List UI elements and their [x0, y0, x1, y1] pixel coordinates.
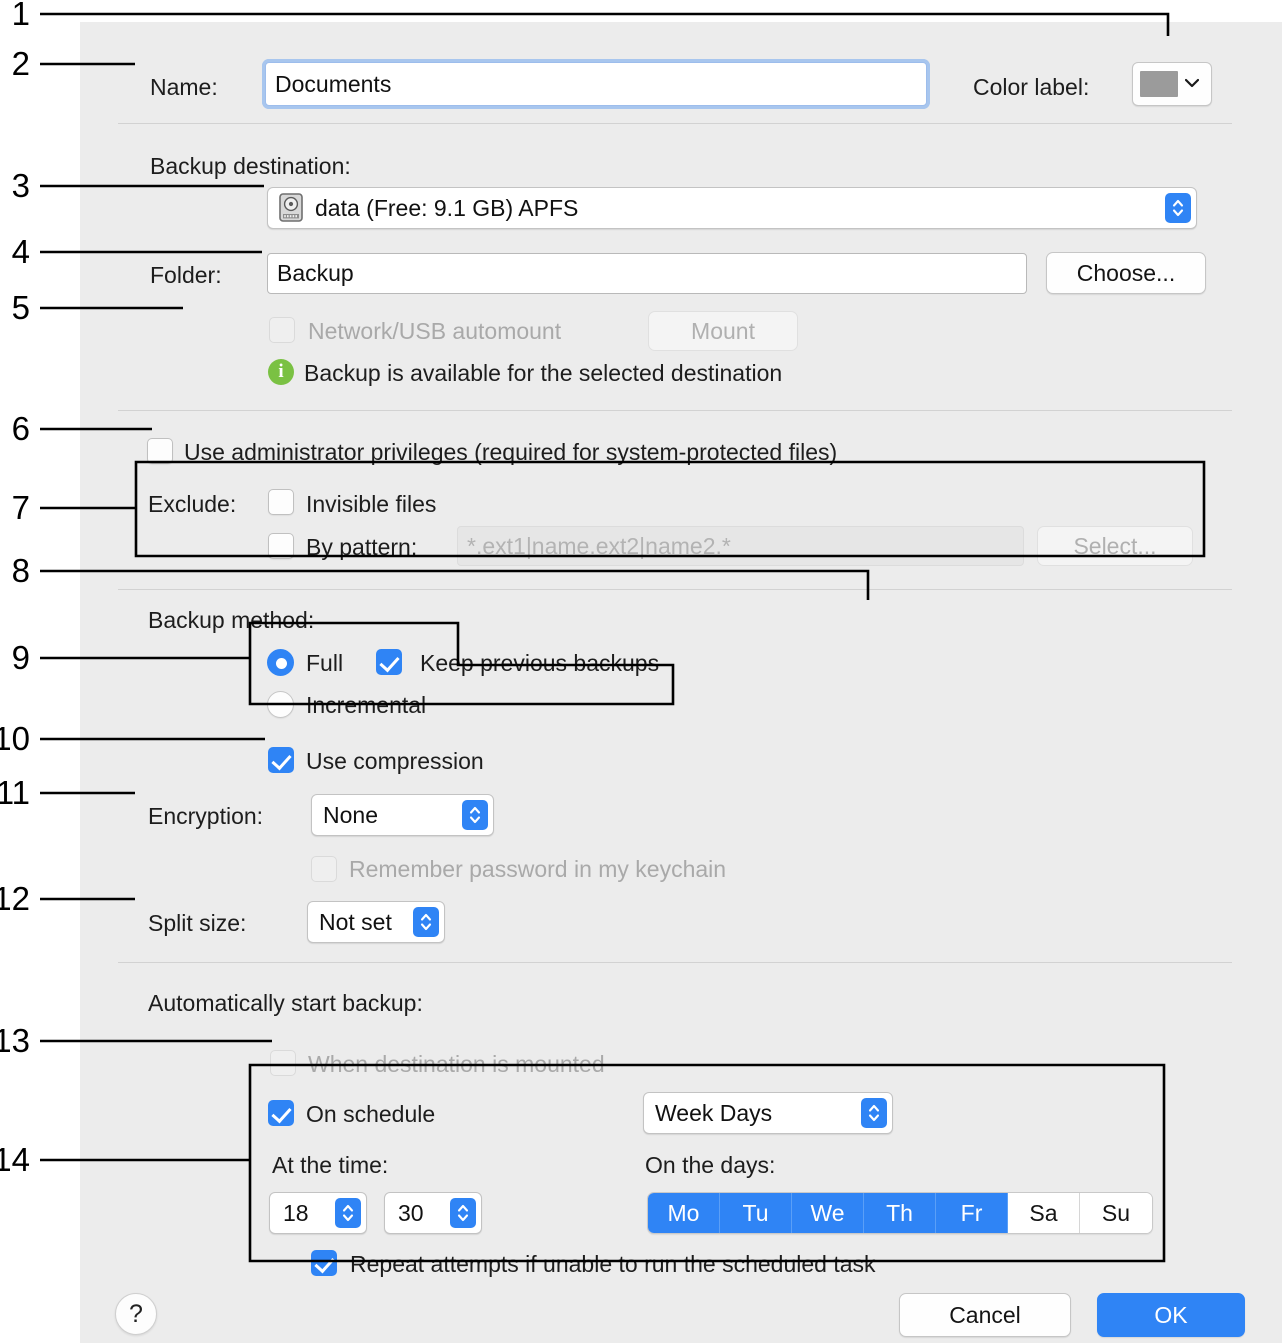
repeat-attempts-label: Repeat attempts if unable to run the sch… — [350, 1251, 876, 1277]
exclude-invisible-checkbox[interactable] — [268, 489, 294, 515]
callout-number-14: 14 — [0, 1141, 30, 1178]
hour-stepper-icon — [335, 1198, 361, 1228]
callout-number-10: 10 — [0, 720, 30, 757]
at-the-time-label: At the time: — [272, 1152, 389, 1178]
use-compression-checkbox[interactable] — [268, 747, 294, 773]
destination-select[interactable]: data (Free: 9.1 GB) APFS — [267, 187, 1197, 229]
on-schedule-checkbox[interactable] — [268, 1100, 294, 1126]
when-mounted-checkbox[interactable] — [270, 1050, 296, 1076]
destination-value: data (Free: 9.1 GB) APFS — [315, 194, 579, 221]
callout-number-11: 11 — [0, 774, 30, 811]
split-size-label: Split size: — [148, 910, 247, 936]
exclude-pattern-label: By pattern: — [306, 534, 418, 560]
on-schedule-label: On schedule — [306, 1101, 436, 1127]
exclude-invisible-label: Invisible files — [306, 491, 437, 517]
cancel-button[interactable]: Cancel — [899, 1293, 1071, 1337]
info-icon: i — [268, 359, 294, 385]
divider-3 — [118, 589, 1232, 590]
weekday-tu[interactable]: Tu — [720, 1193, 792, 1233]
use-compression-label: Use compression — [306, 748, 484, 774]
backup-destination-label: Backup destination: — [150, 153, 351, 179]
drive-icon — [279, 193, 305, 223]
schedule-minute-value: 30 — [398, 1199, 424, 1226]
callout-number-1: 1 — [12, 0, 30, 32]
name-input-value: Documents — [275, 70, 392, 97]
folder-input-value: Backup — [277, 260, 354, 286]
weekday-mo[interactable]: Mo — [648, 1193, 720, 1233]
choose-folder-button[interactable]: Choose... — [1046, 252, 1206, 294]
remember-password-checkbox[interactable] — [311, 856, 337, 882]
schedule-frequency-select[interactable]: Week Days — [643, 1092, 893, 1134]
callout-number-5: 5 — [12, 289, 30, 326]
split-size-stepper-icon — [413, 907, 439, 937]
exclude-pattern-checkbox[interactable] — [268, 533, 294, 559]
callout-number-2: 2 — [12, 45, 30, 82]
admin-privileges-label: Use administrator privileges (required f… — [184, 439, 838, 465]
weekday-fr[interactable]: Fr — [936, 1193, 1008, 1233]
repeat-attempts-checkbox[interactable] — [311, 1250, 337, 1276]
callout-number-4: 4 — [12, 233, 30, 270]
schedule-frequency-value: Week Days — [655, 1099, 773, 1126]
destination-status-text: Backup is available for the selected des… — [304, 360, 783, 386]
method-incremental-radio[interactable] — [267, 691, 294, 718]
divider-4 — [118, 962, 1232, 963]
schedule-hour-stepper[interactable]: 18 — [269, 1192, 367, 1234]
method-full-radio[interactable] — [267, 649, 294, 676]
name-input[interactable]: Documents — [262, 59, 930, 109]
callout-number-9: 9 — [12, 639, 30, 676]
folder-label: Folder: — [150, 262, 222, 288]
weekday-selector[interactable]: Mo Tu We Th Fr Sa Su — [647, 1192, 1153, 1234]
when-mounted-label: When destination is mounted — [308, 1051, 605, 1077]
exclude-select-button[interactable]: Select... — [1037, 526, 1193, 566]
encryption-label: Encryption: — [148, 803, 264, 829]
method-incremental-label: Incremental — [306, 692, 427, 718]
callout-number-6: 6 — [12, 410, 30, 447]
callout-number-12: 12 — [0, 880, 30, 917]
callout-number-13: 13 — [0, 1022, 30, 1059]
backup-task-dialog: Name: Documents Color label: Backup dest… — [80, 22, 1282, 1343]
remember-password-label: Remember password in my keychain — [349, 856, 727, 882]
schedule-hour-value: 18 — [283, 1199, 309, 1226]
encryption-value: None — [323, 801, 378, 828]
weekday-we[interactable]: We — [792, 1193, 864, 1233]
color-label-label: Color label: — [973, 74, 1090, 100]
keep-previous-backups-checkbox[interactable] — [376, 649, 402, 675]
minute-stepper-icon — [450, 1198, 476, 1228]
callout-number-3: 3 — [12, 167, 30, 204]
divider-2 — [118, 410, 1232, 411]
backup-method-label: Backup method: — [148, 607, 315, 633]
name-label: Name: — [150, 74, 218, 100]
automount-checkbox[interactable] — [269, 317, 295, 343]
method-full-label: Full — [306, 650, 344, 676]
exclude-label: Exclude: — [148, 491, 237, 517]
schedule-frequency-stepper-icon — [861, 1098, 887, 1128]
schedule-minute-stepper[interactable]: 30 — [384, 1192, 482, 1234]
weekday-th[interactable]: Th — [864, 1193, 936, 1233]
encryption-select[interactable]: None — [311, 794, 494, 836]
folder-input[interactable]: Backup — [267, 253, 1027, 294]
automount-label: Network/USB automount — [308, 318, 562, 344]
on-the-days-label: On the days: — [645, 1152, 776, 1178]
color-swatch — [1140, 71, 1178, 97]
exclude-pattern-input[interactable]: *.ext1|name.ext2|name2.* — [457, 526, 1024, 566]
help-button[interactable]: ? — [115, 1293, 157, 1335]
encryption-stepper-icon — [462, 800, 488, 830]
weekday-su[interactable]: Su — [1080, 1193, 1152, 1233]
auto-start-label: Automatically start backup: — [148, 990, 423, 1016]
split-size-value: Not set — [319, 908, 392, 935]
destination-stepper-icon — [1165, 193, 1191, 223]
callout-number-7: 7 — [12, 489, 30, 526]
split-size-select[interactable]: Not set — [307, 901, 445, 943]
ok-button[interactable]: OK — [1097, 1293, 1245, 1337]
weekday-sa[interactable]: Sa — [1008, 1193, 1080, 1233]
divider-1 — [118, 123, 1232, 124]
exclude-pattern-placeholder: *.ext1|name.ext2|name2.* — [467, 532, 731, 559]
admin-privileges-checkbox[interactable] — [147, 438, 173, 464]
color-label-picker[interactable] — [1132, 62, 1212, 106]
callout-number-8: 8 — [12, 552, 30, 589]
chevron-down-icon — [1184, 75, 1200, 93]
keep-previous-backups-label: Keep previous backups — [420, 650, 660, 676]
mount-button[interactable]: Mount — [648, 311, 798, 351]
